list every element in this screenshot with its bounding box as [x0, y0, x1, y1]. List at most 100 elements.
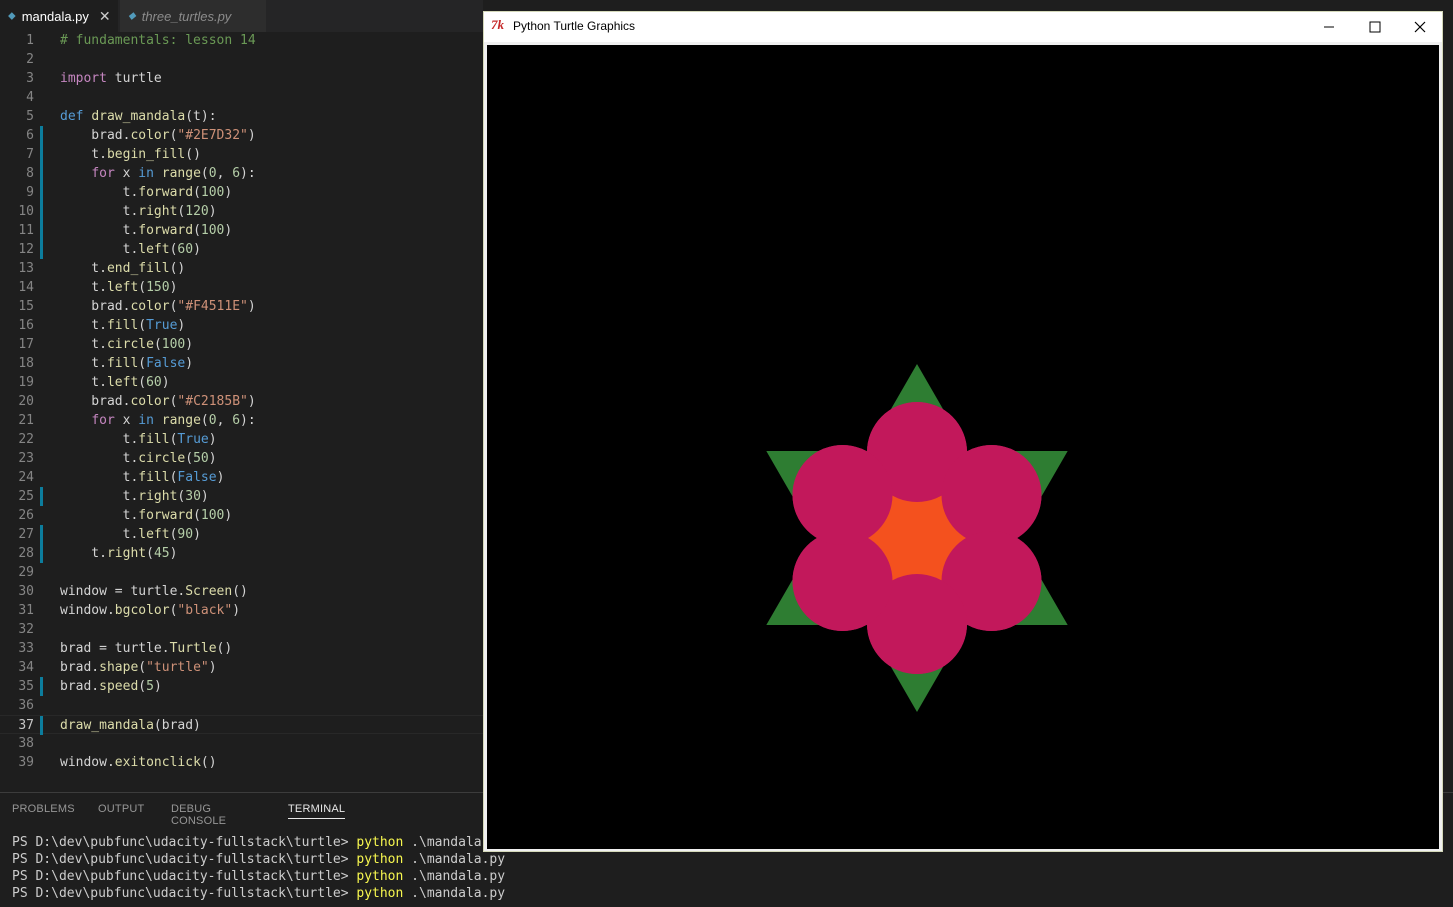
line-number: 35 [18, 679, 34, 694]
code-text: t.right(45) [60, 546, 178, 561]
code-line[interactable]: 29 [0, 563, 483, 582]
code-line[interactable]: 26 t.forward(100) [0, 506, 483, 525]
code-line[interactable]: 22 t.fill(True) [0, 430, 483, 449]
code-line[interactable]: 14 t.left(150) [0, 278, 483, 297]
minimize-icon[interactable] [1306, 12, 1352, 42]
close-icon[interactable]: ✕ [99, 8, 111, 25]
code-text: t.fill(True) [60, 318, 186, 333]
line-number: 13 [18, 261, 34, 276]
code-line[interactable]: 15 brad.color("#F4511E") [0, 297, 483, 316]
code-line[interactable]: 38 [0, 734, 483, 753]
code-line[interactable]: 27 t.left(90) [0, 525, 483, 544]
window-titlebar[interactable]: 7k Python Turtle Graphics [484, 12, 1442, 42]
code-line[interactable]: 18 t.fill(False) [0, 354, 483, 373]
code-text: t.fill(False) [60, 356, 194, 371]
code-line[interactable]: 9 t.forward(100) [0, 183, 483, 202]
code-line[interactable]: 16 t.fill(True) [0, 316, 483, 335]
line-number: 39 [18, 755, 34, 770]
code-line[interactable]: 39 window.exitonclick() [0, 753, 483, 772]
code-text: t.forward(100) [60, 223, 233, 238]
maximize-icon[interactable] [1352, 12, 1398, 42]
modified-line-indicator[interactable] [40, 126, 43, 145]
modified-line-indicator[interactable] [40, 164, 43, 183]
code-line[interactable]: 25 t.right(30) [0, 487, 483, 506]
code-text: t.right(120) [60, 204, 217, 219]
code-line[interactable]: 35 brad.speed(5) [0, 677, 483, 696]
code-line[interactable]: 31 window.bgcolor("black") [0, 601, 483, 620]
code-text: t.left(90) [60, 527, 201, 542]
code-text: brad.color("#C2185B") [60, 394, 256, 409]
code-line[interactable]: 33 brad = turtle.Turtle() [0, 639, 483, 658]
code-line[interactable]: 36 [0, 696, 483, 715]
modified-line-indicator[interactable] [40, 221, 43, 240]
close-icon[interactable] [1397, 12, 1443, 42]
code-line[interactable]: 2 [0, 50, 483, 69]
line-number: 10 [18, 204, 34, 219]
code-line[interactable]: 5 def draw_mandala(t): [0, 107, 483, 126]
tab-output[interactable]: OUTPUT [98, 803, 144, 815]
code-line[interactable]: 11 t.forward(100) [0, 221, 483, 240]
line-number: 5 [26, 109, 34, 124]
tab-terminal[interactable]: TERMINAL [288, 803, 346, 819]
tab-mandala-py[interactable]: ⬥ mandala.py ✕ [0, 0, 118, 32]
line-number: 36 [18, 698, 34, 713]
modified-line-indicator[interactable] [40, 525, 43, 544]
code-text: t.left(60) [60, 375, 170, 390]
code-editor[interactable]: 1 # fundamentals: lesson 14 2 3 import turtl… [0, 32, 483, 792]
code-line[interactable]: 8 for x in range(0, 6): [0, 164, 483, 183]
line-number: 11 [18, 223, 34, 238]
line-number: 17 [18, 337, 34, 352]
line-number: 27 [18, 527, 34, 542]
tab-label: three_turtles.py [141, 8, 232, 24]
code-text: brad.color("#F4511E") [60, 299, 256, 314]
code-line[interactable]: 6 brad.color("#2E7D32") [0, 126, 483, 145]
code-text: t.forward(100) [60, 185, 233, 200]
code-line[interactable]: 24 t.fill(False) [0, 468, 483, 487]
line-number: 32 [18, 622, 34, 637]
line-number: 7 [26, 147, 34, 162]
code-line[interactable]: 13 t.end_fill() [0, 259, 483, 278]
code-line[interactable]: 19 t.left(60) [0, 373, 483, 392]
code-line[interactable]: 21 for x in range(0, 6): [0, 411, 483, 430]
code-text: import turtle [60, 71, 162, 86]
code-line[interactable]: 1 # fundamentals: lesson 14 [0, 31, 483, 50]
modified-line-indicator[interactable] [40, 145, 43, 164]
code-text: draw_mandala(brad) [60, 718, 201, 733]
tab-three-turtles-py[interactable]: ⬥ three_turtles.py [120, 0, 266, 32]
python-file-icon: ⬥ [8, 9, 16, 22]
line-number: 31 [18, 603, 34, 618]
modified-line-indicator[interactable] [40, 183, 43, 202]
line-number: 21 [18, 413, 34, 428]
modified-line-indicator[interactable] [40, 544, 43, 563]
modified-line-indicator[interactable] [40, 240, 43, 259]
line-number: 9 [26, 185, 34, 200]
line-number: 20 [18, 394, 34, 409]
code-line[interactable]: 30 window = turtle.Screen() [0, 582, 483, 601]
code-line[interactable]: 12 t.left(60) [0, 240, 483, 259]
line-number: 22 [18, 432, 34, 447]
code-line[interactable]: 32 [0, 620, 483, 639]
code-text: brad = turtle.Turtle() [60, 641, 233, 656]
code-text: t.circle(50) [60, 451, 217, 466]
code-line[interactable]: 17 t.circle(100) [0, 335, 483, 354]
petal-overlap [792, 531, 893, 631]
modified-line-indicator[interactable] [40, 487, 43, 506]
line-number: 25 [18, 489, 34, 504]
tab-debug-console[interactable]: DEBUG CONSOLE [171, 803, 226, 827]
code-line[interactable]: 4 [0, 88, 483, 107]
turtle-canvas[interactable] [487, 45, 1439, 849]
line-number: 16 [18, 318, 34, 333]
code-line[interactable]: 10 t.right(120) [0, 202, 483, 221]
modified-line-indicator[interactable] [40, 716, 43, 735]
code-line[interactable]: 23 t.circle(50) [0, 449, 483, 468]
modified-line-indicator[interactable] [40, 677, 43, 696]
code-line[interactable]: 34 brad.shape("turtle") [0, 658, 483, 677]
window-title: Python Turtle Graphics [513, 19, 636, 33]
code-line[interactable]: 37 draw_mandala(brad) [0, 715, 483, 735]
tab-problems[interactable]: PROBLEMS [12, 803, 75, 815]
code-line[interactable]: 3 import turtle [0, 69, 483, 88]
modified-line-indicator[interactable] [40, 202, 43, 221]
code-line[interactable]: 7 t.begin_fill() [0, 145, 483, 164]
code-line[interactable]: 28 t.right(45) [0, 544, 483, 563]
code-line[interactable]: 20 brad.color("#C2185B") [0, 392, 483, 411]
